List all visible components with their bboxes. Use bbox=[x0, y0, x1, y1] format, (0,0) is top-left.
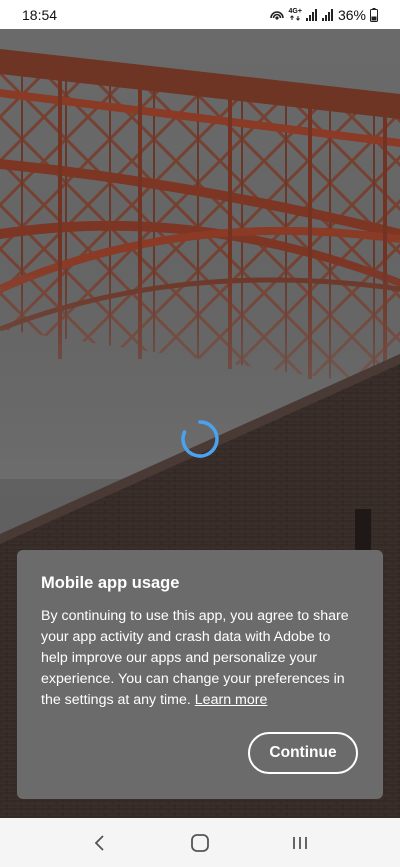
loading-spinner bbox=[179, 418, 221, 460]
signal-icon bbox=[305, 8, 318, 21]
status-time: 18:54 bbox=[22, 6, 58, 23]
learn-more-link[interactable]: Learn more bbox=[195, 692, 268, 708]
home-icon[interactable] bbox=[180, 823, 220, 863]
navigation-bar bbox=[0, 818, 400, 867]
dialog-body: By continuing to use this app, you agree… bbox=[41, 606, 359, 711]
dialog-title: Mobile app usage bbox=[41, 574, 180, 592]
signal-icon bbox=[321, 8, 334, 21]
back-icon[interactable] bbox=[80, 823, 120, 863]
recents-icon[interactable] bbox=[280, 823, 320, 863]
battery-icon bbox=[370, 7, 378, 22]
status-icons: 4G+ 36% bbox=[269, 7, 378, 23]
network-4g-icon: 4G+ bbox=[289, 8, 302, 21]
battery-percent: 36% bbox=[337, 6, 366, 23]
network-label: 4G+ bbox=[288, 8, 302, 15]
usage-consent-dialog: Mobile app usage By continuing to use th… bbox=[17, 550, 383, 799]
status-bar: 18:54 4G+ 36% bbox=[0, 0, 400, 29]
continue-button[interactable]: Continue bbox=[248, 732, 358, 774]
hotspot-icon bbox=[269, 8, 285, 22]
